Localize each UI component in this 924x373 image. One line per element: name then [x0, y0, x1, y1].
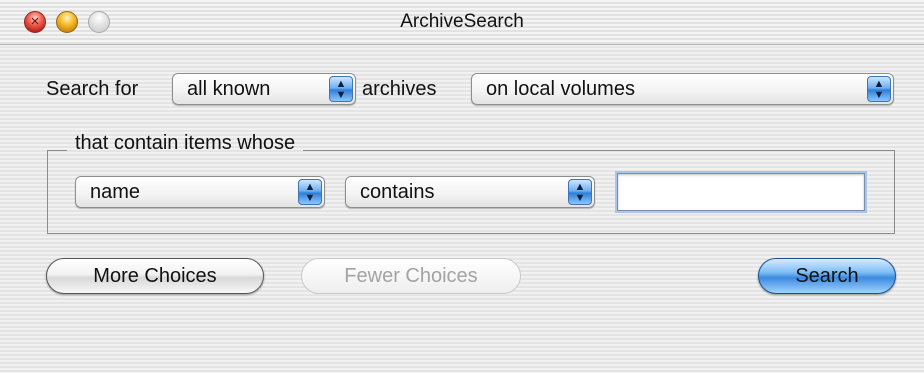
fewer-choices-button[interactable]: Fewer Choices	[301, 258, 521, 294]
more-choices-button[interactable]: More Choices	[46, 258, 264, 294]
up-down-arrows-icon: ▲ ▼	[867, 76, 891, 102]
location-popup-value: on local volumes	[486, 78, 635, 100]
archivesearch-window: × ArchiveSearch Search for all known ▲ ▼ …	[0, 0, 924, 373]
field-popup-value: name	[90, 181, 141, 203]
scope-popup-value: all known	[187, 78, 271, 100]
archives-label: archives	[362, 78, 437, 100]
operator-popup[interactable]: contains ▲ ▼	[345, 176, 595, 208]
window-title: ArchiveSearch	[400, 11, 524, 32]
location-popup[interactable]: on local volumes ▲ ▼	[471, 73, 894, 105]
operator-popup-value: contains	[360, 181, 435, 203]
up-down-arrows-icon: ▲ ▼	[329, 76, 353, 102]
search-value-field[interactable]	[617, 173, 865, 211]
up-down-arrows-icon: ▲ ▼	[298, 179, 322, 205]
search-button[interactable]: Search	[758, 258, 896, 294]
scope-popup[interactable]: all known ▲ ▼	[172, 73, 356, 105]
criteria-group-title: that contain items whose	[67, 132, 304, 155]
field-popup[interactable]: name ▲ ▼	[75, 176, 325, 208]
up-down-arrows-icon: ▲ ▼	[568, 179, 592, 205]
title-bar[interactable]: × ArchiveSearch	[0, 0, 924, 45]
search-for-label: Search for	[46, 78, 139, 100]
